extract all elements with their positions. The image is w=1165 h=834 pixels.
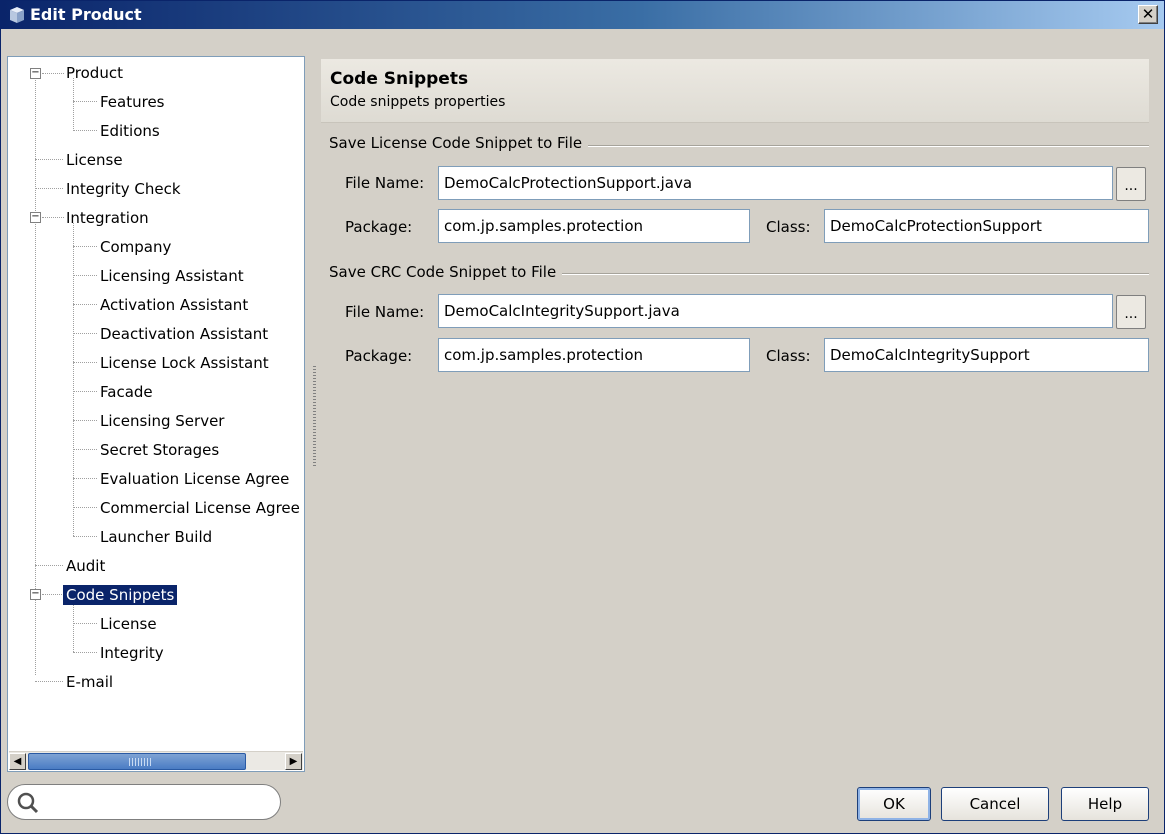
collapse-toggle-integration[interactable]: − xyxy=(30,212,41,223)
edit-product-dialog: Edit Product ✕ − − − Product Features Ed… xyxy=(0,0,1165,834)
license-package-input[interactable] xyxy=(438,209,750,243)
tree-search-box[interactable] xyxy=(7,784,281,820)
tree-item-activation-assistant[interactable]: Activation Assistant xyxy=(97,292,251,318)
tree-connector xyxy=(73,362,97,363)
tree-item-e-mail[interactable]: E-mail xyxy=(63,669,116,695)
tree-item-evaluation-license-agreement[interactable]: Evaluation License Agree xyxy=(97,466,304,492)
close-button[interactable]: ✕ xyxy=(1138,5,1158,24)
title-bar[interactable]: Edit Product ✕ xyxy=(1,1,1164,29)
crc-browse-button[interactable]: ... xyxy=(1116,295,1146,329)
crc-class-input[interactable] xyxy=(824,338,1149,372)
tree-item-secret-storages[interactable]: Secret Storages xyxy=(97,437,222,463)
search-icon xyxy=(17,792,39,814)
ok-button[interactable]: OK xyxy=(857,787,931,821)
splitter-handle[interactable] xyxy=(313,366,316,466)
tree-connector xyxy=(73,101,97,102)
tree-connector xyxy=(73,275,97,276)
tree-item-licensing-assistant[interactable]: Licensing Assistant xyxy=(97,263,247,289)
license-file-name-input[interactable] xyxy=(438,166,1113,200)
tree-connector xyxy=(73,333,97,334)
tree-connector xyxy=(73,391,97,392)
collapse-toggle-product[interactable]: − xyxy=(30,68,41,79)
help-button[interactable]: Help xyxy=(1061,787,1149,821)
tree-connector xyxy=(35,681,63,682)
tree-item-code-snippets-integrity[interactable]: Integrity xyxy=(97,640,167,666)
crc-file-name-input[interactable] xyxy=(438,294,1113,328)
tree-connector xyxy=(35,78,36,675)
license-class-label: Class: xyxy=(766,218,811,236)
window-title: Edit Product xyxy=(30,5,142,24)
app-cube-icon xyxy=(10,7,24,23)
tree-item-launcher-build[interactable]: Launcher Build xyxy=(97,524,215,550)
page-title: Code Snippets xyxy=(330,69,469,89)
license-class-input[interactable] xyxy=(824,209,1149,243)
license-section-title: Save License Code Snippet to File xyxy=(329,134,589,152)
scroll-left-icon[interactable]: ◀ xyxy=(9,753,26,770)
tree-item-features[interactable]: Features xyxy=(97,89,168,115)
tree-connector xyxy=(73,449,97,450)
scroll-right-icon[interactable]: ▶ xyxy=(285,753,302,770)
search-input[interactable] xyxy=(44,791,270,813)
tree-item-integration[interactable]: Integration xyxy=(63,205,152,231)
tree-item-code-snippets-license[interactable]: License xyxy=(97,611,160,637)
tree-connector xyxy=(35,188,63,189)
license-package-label: Package: xyxy=(345,218,413,236)
tree-item-audit[interactable]: Audit xyxy=(63,553,108,579)
license-file-name-label: File Name: xyxy=(345,174,425,192)
tree-connector xyxy=(73,246,97,247)
tree-connector xyxy=(73,304,97,305)
tree-connector xyxy=(35,565,63,566)
tree-connector xyxy=(73,130,97,131)
tree-item-code-snippets[interactable]: Code Snippets xyxy=(63,582,178,608)
tree-connector xyxy=(73,223,74,536)
tree-item-commercial-license-agreement[interactable]: Commercial License Agree xyxy=(97,495,304,521)
tree-connector xyxy=(73,478,97,479)
tree-item-editions[interactable]: Editions xyxy=(97,118,163,144)
tree-connector xyxy=(73,652,97,653)
tree-connector xyxy=(42,217,64,218)
collapse-toggle-code-snippets[interactable]: − xyxy=(30,589,41,600)
tree-connector xyxy=(73,601,74,652)
page-header: Code Snippets Code snippets properties xyxy=(321,59,1149,123)
crc-package-label: Package: xyxy=(345,347,413,365)
tree-connector xyxy=(73,536,97,537)
tree-connector xyxy=(73,623,97,624)
tree-item-license[interactable]: License xyxy=(63,147,126,173)
cancel-button[interactable]: Cancel xyxy=(941,787,1049,821)
tree-item-product[interactable]: Product xyxy=(63,60,126,86)
tree-connector xyxy=(42,594,64,595)
tree-item-license-lock-assistant[interactable]: License Lock Assistant xyxy=(97,350,272,376)
crc-file-name-label: File Name: xyxy=(345,303,425,321)
crc-package-input[interactable] xyxy=(438,338,750,372)
tree-horizontal-scrollbar[interactable]: ◀ ▶ xyxy=(9,751,303,770)
scroll-thumb[interactable] xyxy=(28,753,246,770)
crc-section-title: Save CRC Code Snippet to File xyxy=(329,263,563,281)
tree-connector xyxy=(73,507,97,508)
tree-item-integrity-check[interactable]: Integrity Check xyxy=(63,176,184,202)
navigation-tree[interactable]: − − − Product Features Editions License … xyxy=(7,56,305,772)
tree-item-licensing-server[interactable]: Licensing Server xyxy=(97,408,227,434)
page-subtitle: Code snippets properties xyxy=(330,94,506,110)
crc-class-label: Class: xyxy=(766,347,811,365)
tree-connector xyxy=(35,159,63,160)
grip-icon xyxy=(129,758,153,766)
tree-item-deactivation-assistant[interactable]: Deactivation Assistant xyxy=(97,321,271,347)
tree-item-company[interactable]: Company xyxy=(97,234,174,260)
tree-connector xyxy=(73,420,97,421)
tree-item-facade[interactable]: Facade xyxy=(97,379,156,405)
tree-connector xyxy=(42,73,64,74)
license-browse-button[interactable]: ... xyxy=(1116,167,1146,201)
